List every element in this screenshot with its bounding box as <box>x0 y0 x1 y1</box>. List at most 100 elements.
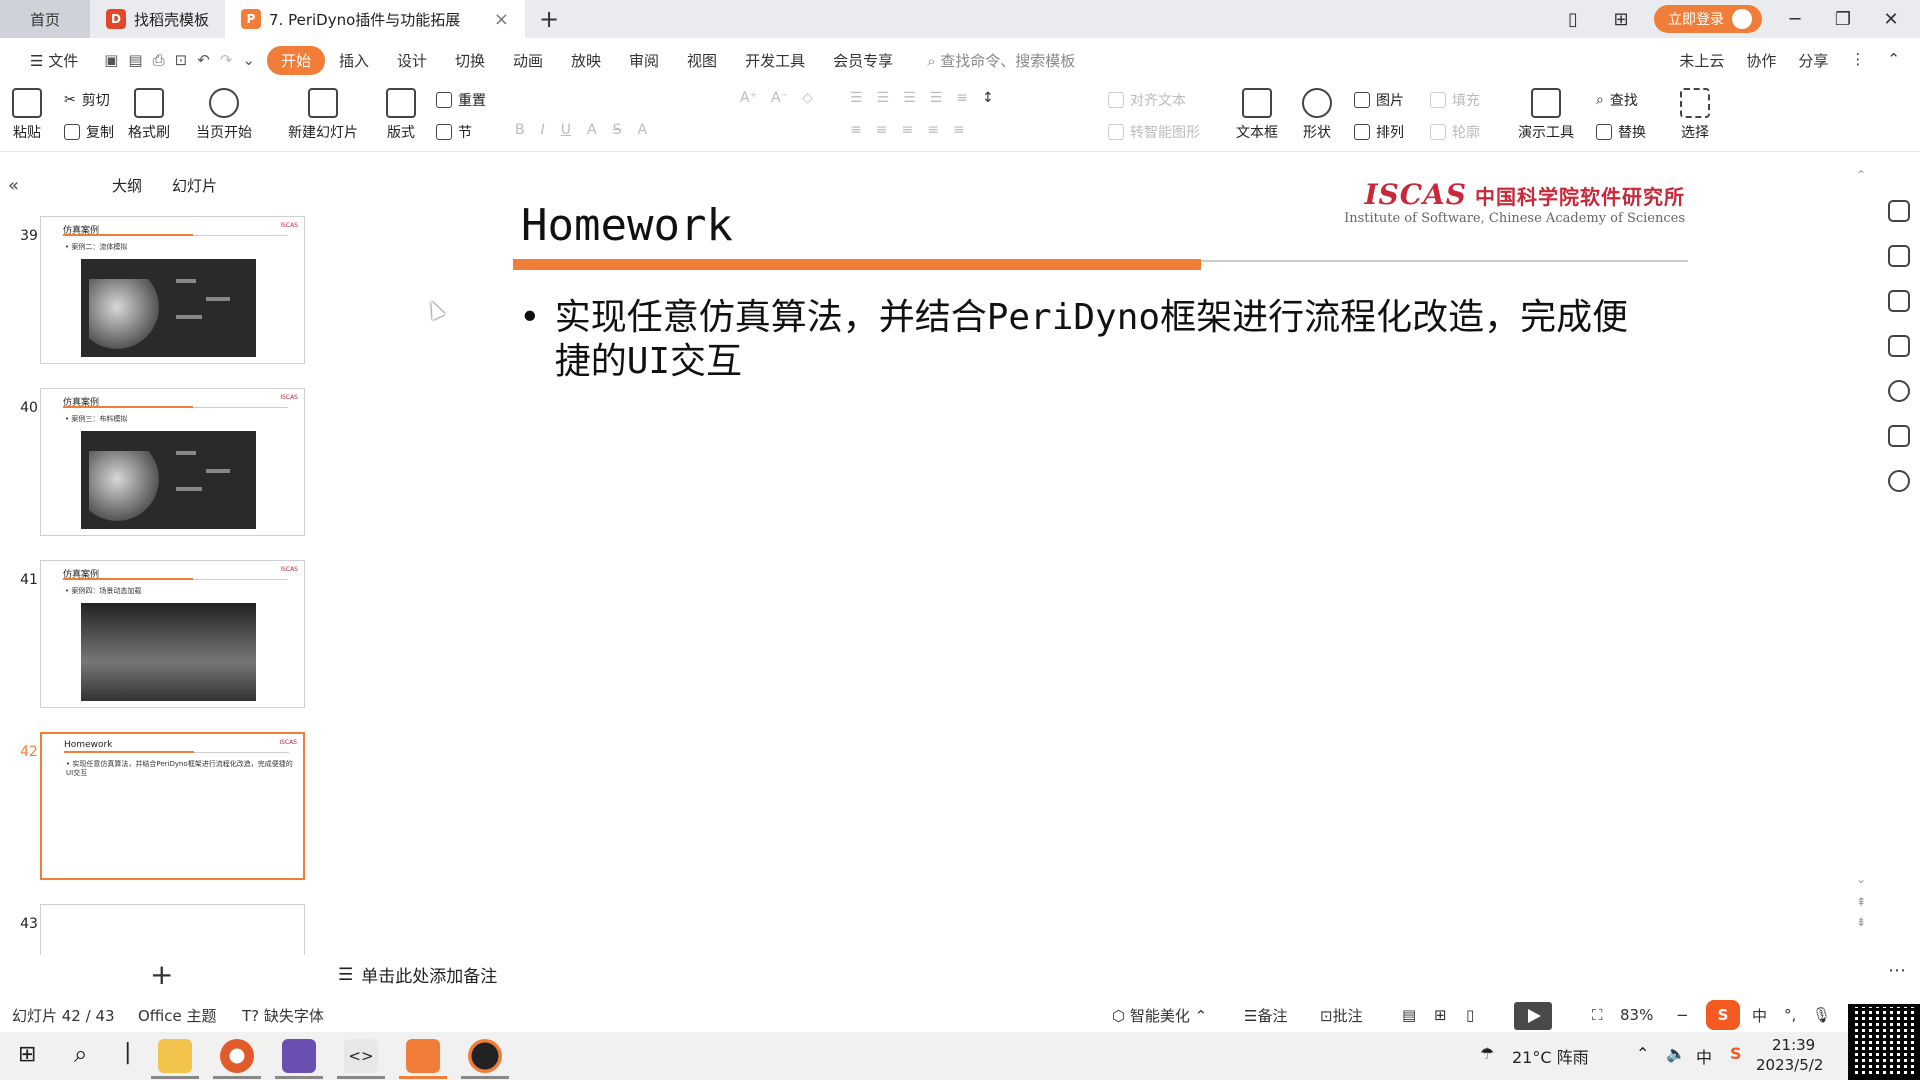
align-right-icon[interactable]: ≡ <box>901 122 913 138</box>
book-icon[interactable] <box>1888 425 1910 447</box>
wps-office-icon[interactable] <box>406 1039 440 1073</box>
scroll-up-icon[interactable]: ⌃ <box>1856 168 1866 182</box>
prev-slide-icon[interactable]: ⇞ <box>1856 895 1866 909</box>
tab-design[interactable]: 设计 <box>383 50 441 71</box>
slide-thumbnail[interactable]: 仿真案例 ISCAS • 案例四：场景动态加载 <box>40 560 305 708</box>
picture-button[interactable]: 图片 <box>1354 90 1404 110</box>
text-direction-icon[interactable]: ≡ <box>956 90 968 106</box>
present-tools-button[interactable]: 演示工具 <box>1518 88 1574 142</box>
replace-button[interactable]: 替换 <box>1596 122 1646 142</box>
collaborate-button[interactable]: 协作 <box>1746 50 1776 71</box>
font-color-icon[interactable]: A <box>587 122 597 138</box>
justify-icon[interactable]: ≡ <box>927 122 939 138</box>
apps-grid-icon[interactable]: ⊞ <box>1606 9 1636 30</box>
login-button[interactable]: 立即登录 <box>1654 5 1762 33</box>
tab-daoke-templates[interactable]: D 找稻壳模板 <box>90 0 225 38</box>
weather-icon[interactable]: ☂ <box>1480 1044 1494 1063</box>
ime-mode[interactable]: 中 <box>1752 1005 1767 1026</box>
file-menu[interactable]: ☰ 文件 <box>16 50 92 71</box>
distribute-icon[interactable]: ≡ <box>953 122 965 138</box>
weather-text[interactable]: 21°C 阵雨 <box>1512 1044 1589 1068</box>
reset-button[interactable]: 重置 <box>436 90 486 110</box>
textbox-button[interactable]: 文本框 <box>1236 88 1278 142</box>
strikethrough-icon[interactable]: S <box>613 122 622 138</box>
slideshow-play-button[interactable] <box>1514 1002 1552 1030</box>
tab-developer[interactable]: 开发工具 <box>731 50 819 71</box>
transition-icon[interactable] <box>1888 290 1910 312</box>
task-view-icon[interactable]: | <box>124 1040 131 1065</box>
print-preview-icon[interactable]: ⊡ <box>175 51 188 69</box>
restore-button[interactable]: ❐ <box>1828 9 1858 30</box>
punctuation-icon[interactable]: °, <box>1784 1006 1796 1024</box>
undo-icon[interactable]: ↶ <box>197 51 210 69</box>
ime-indicator[interactable]: 中 <box>1696 1044 1712 1068</box>
export-pdf-icon[interactable]: ▤ <box>128 51 142 69</box>
outline-button[interactable]: 轮廓 <box>1430 122 1480 142</box>
play-from-current-button[interactable]: 当页开始 <box>196 88 252 142</box>
more-icon[interactable]: ⋮ <box>1850 50 1865 71</box>
tab-slideshow[interactable]: 放映 <box>557 50 615 71</box>
browser-icon[interactable] <box>220 1039 254 1073</box>
slide-title[interactable]: Homework <box>521 200 733 251</box>
shrink-font-icon[interactable]: A⁻ <box>771 90 788 106</box>
sogou-ime-icon[interactable]: S <box>1706 1000 1740 1030</box>
slide-thumbnail[interactable]: 仿真案例 ISCAS • 案例二：流体模拟 <box>40 216 305 364</box>
arrange-button[interactable]: 排列 <box>1354 122 1404 142</box>
tab-home[interactable]: 首页 <box>0 0 90 38</box>
align-left-icon[interactable]: ≡ <box>850 122 862 138</box>
volume-icon[interactable]: 🔈 <box>1666 1044 1686 1063</box>
slide-thumbnail-active[interactable]: Homework ISCAS • 实现任意仿真算法，并结合PeriDyno框架进… <box>40 732 305 880</box>
redo-icon[interactable]: ↷ <box>220 51 233 69</box>
comments-button[interactable]: ⊡批注 <box>1320 1005 1363 1026</box>
share-button[interactable]: 分享 <box>1798 50 1828 71</box>
search-icon[interactable]: ⌕ <box>74 1040 87 1068</box>
clock-time[interactable]: 21:39 <box>1772 1036 1815 1054</box>
slide-body[interactable]: • 实现任意仿真算法，并结合PeriDyno框架进行流程化改造，完成便捷的UI交… <box>519 296 1639 384</box>
highlight-icon[interactable]: A <box>637 122 647 138</box>
microphone-icon[interactable]: 🎙 <box>1812 1006 1831 1024</box>
minimize-button[interactable]: ─ <box>1780 9 1810 30</box>
beautify-button[interactable]: ⬡ 智能美化 ⌃ <box>1112 1005 1207 1026</box>
add-slide-button[interactable]: + <box>150 958 173 991</box>
clock-date[interactable]: 2023/5/2 <box>1756 1056 1823 1074</box>
collapse-panel-icon[interactable]: « <box>8 175 19 196</box>
tab-review[interactable]: 审阅 <box>615 50 673 71</box>
fit-window-icon[interactable]: ⛶ <box>1592 1006 1603 1024</box>
shape-button[interactable]: 形状 <box>1302 88 1332 142</box>
sorter-view-icon[interactable]: ⊞ <box>1434 1006 1447 1024</box>
line-spacing-icon[interactable]: ↕ <box>982 90 994 106</box>
tab-transition[interactable]: 切换 <box>441 50 499 71</box>
save-icon[interactable]: ▣ <box>104 51 118 69</box>
new-tab-button[interactable]: + <box>525 0 573 38</box>
section-button[interactable]: 节 <box>436 122 472 142</box>
reading-mode-icon[interactable]: ▯ <box>1558 9 1588 30</box>
zoom-out-button[interactable]: − <box>1676 1006 1689 1024</box>
animation-icon[interactable] <box>1888 335 1910 357</box>
sogou-tray-icon[interactable]: S <box>1730 1044 1742 1063</box>
tab-view[interactable]: 视图 <box>673 50 731 71</box>
notes-toggle[interactable]: ☰备注 <box>1244 1005 1287 1026</box>
collapse-ribbon-icon[interactable]: ⌃ <box>1887 50 1900 71</box>
slide-canvas[interactable]: Homework ISCAS 中国科学院软件研究所 Institute of So… <box>505 178 1688 950</box>
underline-icon[interactable]: U <box>561 122 571 138</box>
normal-view-icon[interactable]: ▤ <box>1402 1006 1416 1024</box>
tab-slides[interactable]: 幻灯片 <box>172 175 217 196</box>
notes-area[interactable]: ☰ 单击此处添加备注 <box>338 962 497 988</box>
align-center-icon[interactable]: ≡ <box>876 122 888 138</box>
paste-button[interactable]: 粘贴 <box>12 88 42 142</box>
cut-button[interactable]: ✂ 剪切 <box>64 90 110 110</box>
close-icon[interactable]: × <box>494 9 509 30</box>
copy-button[interactable]: 复制 <box>64 122 114 142</box>
slide-thumbnail[interactable]: 仿真案例 ISCAS • 案例三：布料模拟 <box>40 388 305 536</box>
layout-button[interactable]: 版式 <box>386 88 416 142</box>
clear-format-icon[interactable]: ◇ <box>802 90 813 106</box>
new-slide-button[interactable]: 新建幻灯片 <box>288 88 358 142</box>
indent-increase-icon[interactable]: ☰ <box>930 90 943 106</box>
numbering-icon[interactable]: ☰ <box>877 90 890 106</box>
tab-outline[interactable]: 大纲 <box>112 175 142 196</box>
tab-insert[interactable]: 插入 <box>325 50 383 71</box>
find-button[interactable]: ⌕ 查找 <box>1596 90 1638 110</box>
indent-decrease-icon[interactable]: ☰ <box>903 90 916 106</box>
windows-start-icon[interactable]: ⊞ <box>18 1042 36 1067</box>
recorder-icon[interactable] <box>468 1039 502 1073</box>
